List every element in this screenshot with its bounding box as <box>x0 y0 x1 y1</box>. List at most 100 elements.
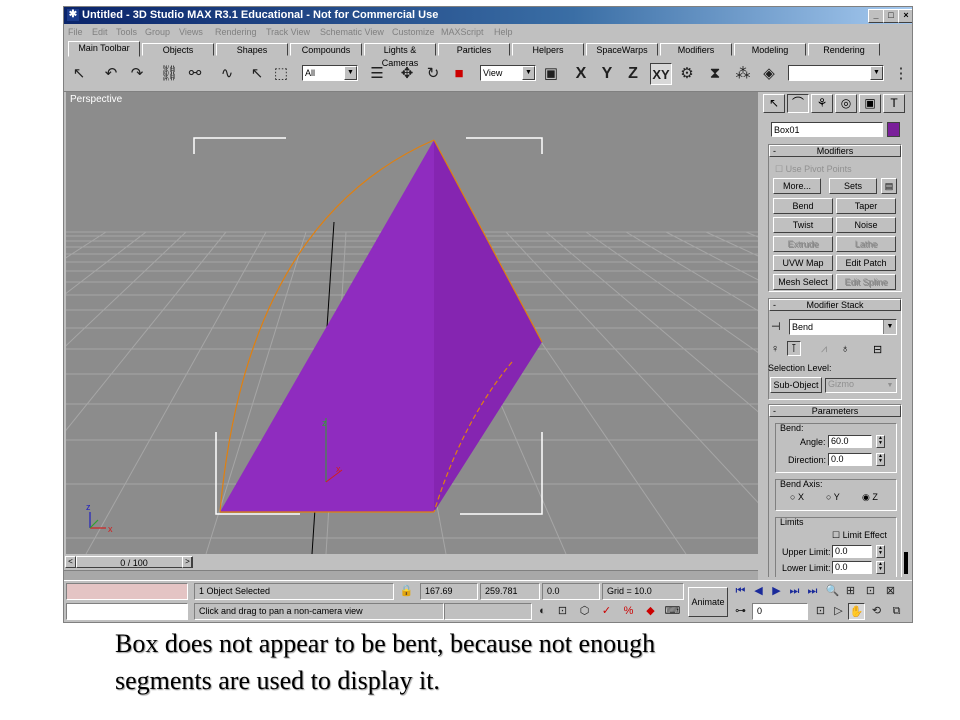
motion-tab-icon[interactable]: ◎ <box>835 94 857 113</box>
sets-button[interactable]: Sets <box>829 178 877 194</box>
scale-icon[interactable]: ■ <box>448 63 470 85</box>
pan-hand-icon[interactable]: ✋ <box>848 603 865 620</box>
maxscript-listener-field[interactable] <box>66 583 188 600</box>
previous-frame-icon[interactable]: ◀ <box>750 583 767 600</box>
move-icon[interactable]: ✥ <box>396 63 418 85</box>
bind-space-warp-icon[interactable]: ∿ <box>216 63 238 85</box>
tab-rendering[interactable]: Rendering <box>808 43 880 56</box>
tab-modifiers[interactable]: Modifiers <box>660 43 732 56</box>
lower-limit-field[interactable]: 0.0 <box>832 561 872 574</box>
axis-y-radio[interactable]: ○ Y <box>826 492 840 502</box>
modifiers-rollout-header[interactable]: - Modifiers <box>769 145 901 157</box>
align-icon[interactable]: ◈ <box>758 63 780 85</box>
restrict-xy-button[interactable]: XY <box>650 63 672 85</box>
use-pivot-checkbox[interactable]: ☐ Use Pivot Points <box>775 164 852 175</box>
object-color-swatch[interactable] <box>887 122 900 137</box>
maxscript-input-field[interactable] <box>66 603 188 620</box>
select-by-name-icon[interactable]: ☰ <box>366 63 388 85</box>
angle-spinner[interactable]: ▲ ▼ <box>876 435 885 448</box>
more-button[interactable]: More... <box>773 178 821 194</box>
modifier-mesh-select-button[interactable]: Mesh Select <box>773 274 833 290</box>
minimize-button[interactable]: _ <box>868 9 884 23</box>
upper-limit-field[interactable]: 0.0 <box>832 545 872 558</box>
key-mode-icon[interactable]: ⊶ <box>732 603 749 620</box>
restrict-y-button[interactable]: Y <box>596 63 618 85</box>
pivot-center-icon[interactable]: ▣ <box>540 63 562 85</box>
limit-effect-checkbox[interactable]: ☐ Limit Effect <box>832 530 887 541</box>
time-config-icon[interactable]: ⊡ <box>812 603 829 620</box>
sub-object-level-dropdown[interactable]: Gizmo ▼ <box>825 378 897 393</box>
upper-limit-spinner[interactable]: ▲ ▼ <box>876 545 885 558</box>
modifier-uvw-map-button[interactable]: UVW Map <box>773 255 833 271</box>
tab-helpers[interactable]: Helpers <box>512 43 584 56</box>
select-link-icon[interactable]: ⛓ <box>158 63 180 85</box>
menu-help[interactable]: Help <box>494 27 513 37</box>
menu-track-view[interactable]: Track View <box>266 27 310 37</box>
restrict-z-button[interactable]: Z <box>622 63 644 85</box>
selection-region-icon[interactable]: ⬚ <box>270 63 292 85</box>
arc-rotate-icon[interactable]: ⟲ <box>868 603 885 620</box>
display-tab-icon[interactable]: ▣ <box>859 94 881 113</box>
hierarchy-tab-icon[interactable]: ⚘ <box>811 94 833 113</box>
menu-views[interactable]: Views <box>179 27 203 37</box>
modify-tab-icon[interactable]: ⌒ <box>787 94 809 113</box>
field-of-view-icon[interactable]: ▷ <box>830 603 847 620</box>
array-icon[interactable]: ⁂ <box>732 63 754 85</box>
modifier-stack-header[interactable]: - Modifier Stack <box>769 299 901 311</box>
next-frame-icon[interactable]: ⏭ <box>786 583 803 600</box>
axis-x-radio[interactable]: ○ X <box>790 492 804 502</box>
zoom-extents-all-icon[interactable]: ⊠ <box>882 583 899 600</box>
animate-button[interactable]: Animate <box>688 587 728 617</box>
tab-compounds[interactable]: Compounds <box>290 43 362 56</box>
rotate-icon[interactable]: ↻ <box>422 63 444 85</box>
lower-limit-spinner[interactable]: ▲ ▼ <box>876 561 885 574</box>
restrict-x-button[interactable]: X <box>570 63 592 85</box>
time-next-button[interactable]: > <box>182 556 193 568</box>
modifier-noise-button[interactable]: Noise <box>836 217 896 233</box>
modifier-twist-button[interactable]: Twist <box>773 217 833 233</box>
configure-sets-icon[interactable]: ▤ <box>881 178 897 194</box>
make-unique-icon[interactable]: ⩘ <box>821 343 827 356</box>
menu-tools[interactable]: Tools <box>116 27 137 37</box>
tab-spacewarps[interactable]: SpaceWarps <box>586 43 658 56</box>
selection-lock-icon[interactable]: 🔒 <box>398 583 415 600</box>
remove-modifier-icon[interactable]: ♁ <box>841 343 849 355</box>
current-frame-field[interactable]: 0 <box>752 603 808 620</box>
zoom-icon[interactable]: 🔍 <box>824 583 841 600</box>
named-selection-dropdown[interactable]: ▼ <box>788 65 884 81</box>
degradation-override-icon[interactable]: ◐ <box>534 603 551 620</box>
show-end-result-icon[interactable]: ⊺ <box>787 341 801 356</box>
go-to-end-icon[interactable]: ⏭ <box>804 583 821 600</box>
pin-stack-icon[interactable]: ⊣ <box>771 320 781 333</box>
direction-spinner[interactable]: ▲ ▼ <box>876 453 885 466</box>
direction-field[interactable]: 0.0 <box>828 453 872 466</box>
keyboard-shortcut-icon[interactable]: ⌨ <box>664 603 681 620</box>
zoom-all-icon[interactable]: ⊞ <box>842 583 859 600</box>
panel-scroll-handle[interactable] <box>904 552 908 574</box>
modifier-edit-patch-button[interactable]: Edit Patch <box>836 255 896 271</box>
spinner-snap-icon[interactable]: ◆ <box>642 603 659 620</box>
sub-object-button[interactable]: Sub-Object <box>770 377 822 393</box>
close-button[interactable]: × <box>898 9 912 23</box>
create-tab-icon[interactable]: ↖ <box>763 94 785 113</box>
maximize-button[interactable]: □ <box>883 9 899 23</box>
menu-edit[interactable]: Edit <box>92 27 108 37</box>
parameters-header[interactable]: - Parameters <box>769 405 901 417</box>
menu-rendering[interactable]: Rendering <box>215 27 257 37</box>
reference-coord-dropdown[interactable]: View ▼ <box>480 65 536 81</box>
help-cursor-icon[interactable]: ↖ <box>68 63 90 85</box>
modifier-lathe-button[interactable]: Lathe <box>836 236 896 252</box>
utilities-tab-icon[interactable]: T <box>883 94 905 113</box>
select-object-icon[interactable]: ↖ <box>246 63 268 85</box>
unlink-icon[interactable]: ⚯ <box>184 63 206 85</box>
window-crossing-icon[interactable]: ⊡ <box>554 603 571 620</box>
zoom-extents-icon[interactable]: ⊡ <box>862 583 879 600</box>
angle-snap-icon[interactable]: ✓ <box>598 603 615 620</box>
menu-group[interactable]: Group <box>145 27 170 37</box>
redo-icon[interactable]: ↷ <box>126 63 148 85</box>
min-max-toggle-icon[interactable]: ⧉ <box>888 603 905 620</box>
tab-main-toolbar[interactable]: Main Toolbar <box>68 41 140 57</box>
play-icon[interactable]: ▶ <box>768 583 785 600</box>
edit-stack-icon[interactable]: ⊟ <box>873 343 882 356</box>
menu-schematic-view[interactable]: Schematic View <box>320 27 384 37</box>
